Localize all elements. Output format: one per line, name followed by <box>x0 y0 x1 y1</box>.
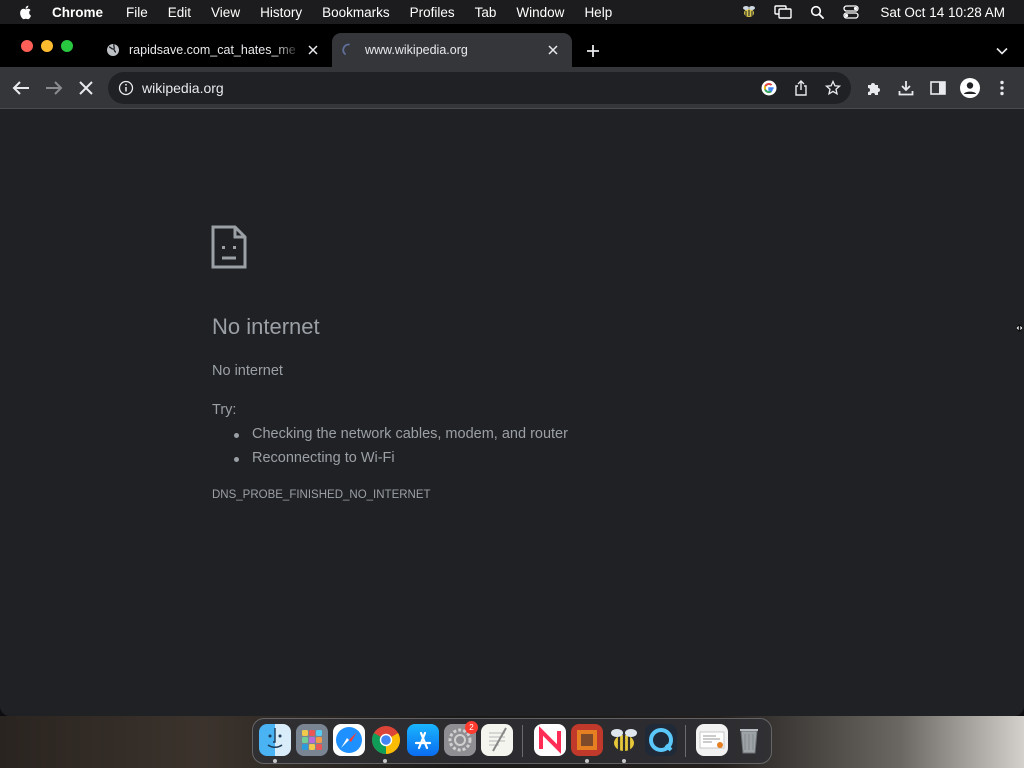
dock-separator <box>685 725 686 757</box>
spotlight-search-icon[interactable] <box>808 3 826 21</box>
tab-strip: rapidsave.com_cat_hates_me www.wikipedia… <box>0 24 1024 67</box>
bee-app-icon[interactable] <box>608 724 640 756</box>
download-icon[interactable] <box>895 77 917 99</box>
error-suggestions-list: Checking the network cables, modem, and … <box>232 426 568 474</box>
apple-menu-icon[interactable] <box>18 4 34 20</box>
menu-app-name[interactable]: Chrome <box>52 5 103 20</box>
dock-separator <box>522 725 523 757</box>
tab-close-icon[interactable] <box>305 42 321 58</box>
app-store-icon[interactable] <box>407 724 439 756</box>
tab-wikipedia[interactable]: www.wikipedia.org <box>332 33 572 67</box>
bookmark-star-icon[interactable] <box>824 79 842 97</box>
launchpad-icon[interactable] <box>296 724 328 756</box>
menu-bar: Chrome File Edit View History Bookmarks … <box>0 0 1024 24</box>
menu-bookmarks[interactable]: Bookmarks <box>322 5 390 20</box>
resize-cursor-icon <box>1015 324 1024 332</box>
control-center-icon[interactable] <box>842 3 860 21</box>
extensions-puzzle-icon[interactable] <box>863 77 885 99</box>
suggestion-item: Reconnecting to Wi-Fi <box>232 450 568 474</box>
tab-title: www.wikipedia.org <box>365 43 468 57</box>
error-subtitle: No internet <box>212 363 283 379</box>
google-lens-icon[interactable] <box>760 79 778 97</box>
menu-tab[interactable]: Tab <box>475 5 497 20</box>
tab-close-icon[interactable] <box>545 42 561 58</box>
forward-arrow-icon[interactable] <box>43 77 65 99</box>
chrome-icon[interactable] <box>370 724 402 756</box>
share-icon[interactable] <box>792 79 810 97</box>
menu-profiles[interactable]: Profiles <box>410 5 455 20</box>
system-settings-icon[interactable]: 2 <box>444 721 478 756</box>
window-close-button[interactable] <box>21 40 33 52</box>
url-text[interactable]: wikipedia.org <box>142 80 224 96</box>
preview-document-icon[interactable] <box>696 724 728 756</box>
bee-status-icon[interactable] <box>740 3 758 21</box>
back-arrow-icon[interactable] <box>10 77 32 99</box>
tab-title: rapidsave.com_cat_hates_me <box>129 43 296 57</box>
stop-loading-icon[interactable] <box>75 77 97 99</box>
finder-icon[interactable] <box>259 724 291 756</box>
tab-search-chevron-icon[interactable] <box>994 43 1010 59</box>
news-icon[interactable] <box>534 724 566 756</box>
suggestion-item: Checking the network cables, modem, and … <box>232 426 568 450</box>
site-info-icon[interactable] <box>118 80 134 96</box>
trash-icon[interactable] <box>733 724 765 756</box>
running-indicator <box>585 759 589 763</box>
address-bar[interactable]: wikipedia.org <box>108 72 851 104</box>
running-indicator <box>273 759 277 763</box>
screen-mirroring-icon[interactable] <box>774 3 793 21</box>
more-menu-icon[interactable] <box>991 77 1013 99</box>
sad-page-icon <box>211 225 247 269</box>
menu-file[interactable]: File <box>126 5 148 20</box>
menu-help[interactable]: Help <box>584 5 612 20</box>
menu-window[interactable]: Window <box>516 5 564 20</box>
window-maximize-button[interactable] <box>61 40 73 52</box>
profile-avatar-icon[interactable] <box>959 77 981 99</box>
photo-booth-icon[interactable] <box>571 724 603 756</box>
notification-badge: 2 <box>465 721 478 734</box>
error-code: DNS_PROBE_FINISHED_NO_INTERNET <box>212 489 431 501</box>
side-panel-icon[interactable] <box>927 77 949 99</box>
running-indicator <box>622 759 626 763</box>
browser-toolbar: wikipedia.org <box>0 67 1024 109</box>
error-title: No internet <box>212 314 320 339</box>
chrome-window: rapidsave.com_cat_hates_me www.wikipedia… <box>0 24 1024 716</box>
window-minimize-button[interactable] <box>41 40 53 52</box>
error-try-label: Try: <box>212 402 237 418</box>
globe-icon <box>105 42 121 58</box>
menu-edit[interactable]: Edit <box>168 5 191 20</box>
safari-icon[interactable] <box>333 724 365 756</box>
textedit-icon[interactable] <box>481 724 513 756</box>
quicktime-icon[interactable] <box>645 724 677 756</box>
tab-rapidsave[interactable]: rapidsave.com_cat_hates_me <box>96 33 332 67</box>
menubar-clock[interactable]: Sat Oct 14 10:28 AM <box>880 5 1005 20</box>
page-content: No internet No internet Try: Checking th… <box>0 110 1024 716</box>
loading-spinner-icon <box>341 42 357 58</box>
menu-view[interactable]: View <box>211 5 240 20</box>
running-indicator <box>383 759 387 763</box>
dock: 2 <box>252 718 772 764</box>
new-tab-button[interactable] <box>583 41 603 61</box>
menu-history[interactable]: History <box>260 5 302 20</box>
